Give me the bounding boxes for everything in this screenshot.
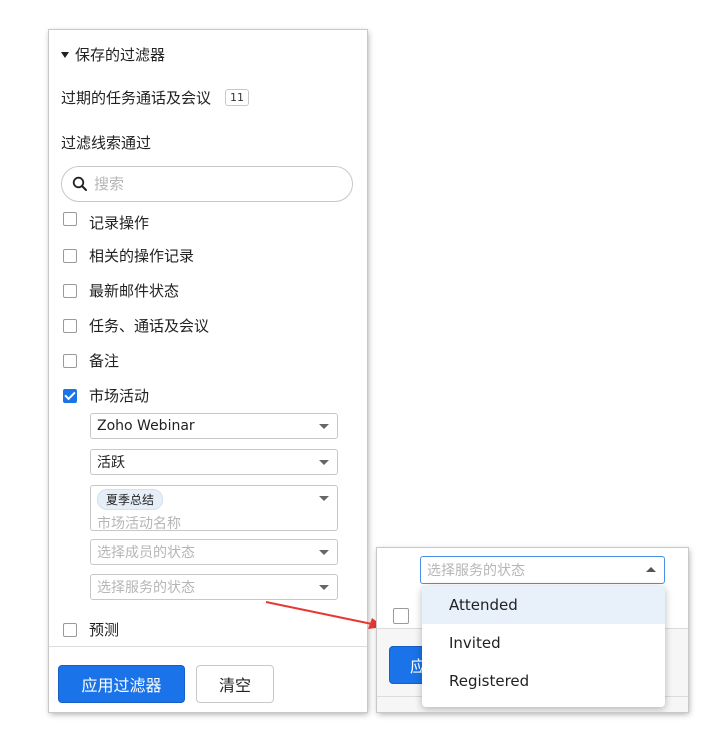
filter-by-heading: 过滤线索通过 <box>61 134 152 152</box>
filter-item-activity[interactable]: 记录操作 <box>63 208 353 238</box>
filter-item-label: 预测 <box>89 621 120 639</box>
checkbox[interactable] <box>63 283 77 298</box>
selected-campaign-chip[interactable]: 夏季总结 <box>97 489 164 510</box>
checkbox[interactable] <box>63 212 77 226</box>
saved-filters-toggle[interactable]: 保存的过滤器 <box>61 44 165 65</box>
filter-item-label: 任务、通话及会议 <box>89 317 210 335</box>
checkbox-checked[interactable] <box>63 388 77 403</box>
filter-item-notes[interactable]: 备注 <box>63 343 353 378</box>
search-input[interactable] <box>92 174 326 194</box>
select-placeholder: 选择服务的状态 <box>427 563 525 579</box>
filter-item-label: 备注 <box>89 352 120 370</box>
select-value: 活跃 <box>97 455 125 471</box>
select-value: Zoho Webinar <box>97 418 195 434</box>
filter-list: 记录操作 相关的操作记录 最新邮件状态 任务、通话及会议 备注 市场活动 <box>63 208 353 413</box>
checkbox[interactable] <box>63 248 77 263</box>
filter-item-tasks-calls-meetings[interactable]: 任务、通话及会议 <box>63 308 353 343</box>
option-attended[interactable]: Attended <box>422 586 665 624</box>
saved-filters-title: 保存的过滤器 <box>75 46 166 64</box>
saved-filter-label: 过期的任务通话及会议 <box>61 89 212 107</box>
campaign-name-multiselect[interactable]: 夏季总结 市场活动名称 <box>90 485 338 532</box>
campaign-status-select[interactable]: 活跃 <box>90 449 338 475</box>
service-status-select-open[interactable]: 选择服务的状态 <box>420 556 665 584</box>
annotation-arrow <box>265 601 384 629</box>
service-status-dropdown: Attended Invited Registered <box>422 586 665 707</box>
member-status-select[interactable]: 选择成员的状态 <box>90 539 338 565</box>
caret-down-icon <box>61 51 69 58</box>
filter-item-email-status[interactable]: 最新邮件状态 <box>63 273 353 308</box>
campaign-name-placeholder: 市场活动名称 <box>97 516 181 532</box>
chevron-down-icon <box>319 550 329 555</box>
chevron-down-icon <box>319 424 329 429</box>
zoom-inset: 选择服务的状态 应 Attended Invited Registered <box>377 548 688 712</box>
option-invited[interactable]: Invited <box>422 624 665 662</box>
search-field[interactable] <box>61 166 353 202</box>
filter-item-related-activity[interactable]: 相关的操作记录 <box>63 238 353 273</box>
chevron-down-icon <box>319 460 329 465</box>
checkbox[interactable] <box>63 318 77 333</box>
chevron-up-icon <box>646 567 656 572</box>
filter-item-campaigns[interactable]: 市场活动 <box>63 378 353 413</box>
filter-item-label: 相关的操作记录 <box>89 247 195 265</box>
select-placeholder: 选择成员的状态 <box>97 545 195 561</box>
panel-footer: 应用过滤器 清空 <box>49 646 367 712</box>
campaign-type-select[interactable]: Zoho Webinar <box>90 413 338 439</box>
select-placeholder: 选择服务的状态 <box>97 580 195 596</box>
filter-item-label: 最新邮件状态 <box>89 282 180 300</box>
checkbox[interactable] <box>63 353 77 368</box>
search-icon <box>72 176 87 191</box>
option-registered[interactable]: Registered <box>422 662 665 700</box>
filter-item-label: 市场活动 <box>89 387 150 405</box>
clear-button[interactable]: 清空 <box>196 665 274 703</box>
checkbox[interactable] <box>63 622 77 637</box>
count-badge: 11 <box>225 89 250 106</box>
saved-filter-item[interactable]: 过期的任务通话及会议 11 <box>61 87 250 108</box>
filter-item-label: 记录操作 <box>89 214 150 232</box>
chevron-down-icon <box>319 496 329 501</box>
filter-item-forecast[interactable]: 预测 <box>63 619 119 640</box>
apply-filter-button[interactable]: 应用过滤器 <box>58 665 185 703</box>
checkbox[interactable] <box>393 608 409 624</box>
